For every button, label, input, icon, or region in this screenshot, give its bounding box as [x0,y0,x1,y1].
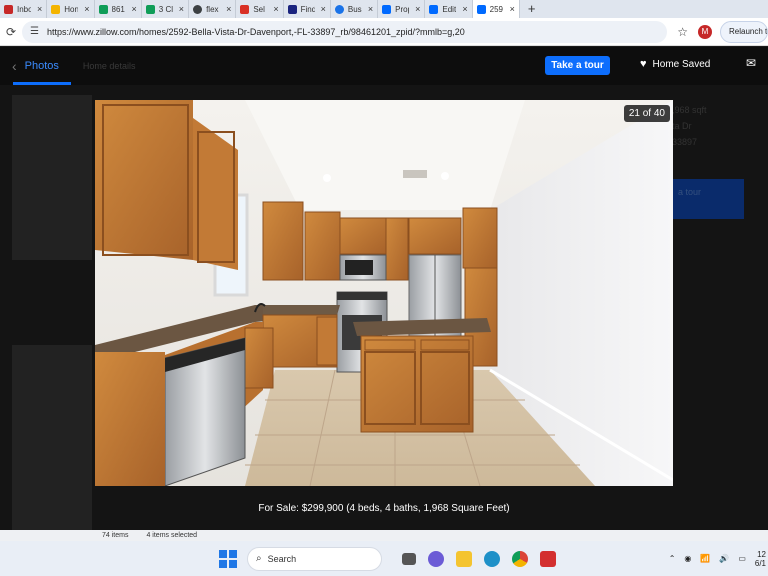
file-explorer-icon[interactable] [456,550,472,567]
profile-avatar[interactable]: M [698,24,712,39]
explorer-status-bar: 74 items 4 items selected [0,530,768,541]
site-info-icon[interactable]: ☰ [30,26,39,37]
photo-lightbox: ,968 sqft ta Dr 33897 a tour ‹ Photos Ho… [0,47,768,530]
tray-app-icon[interactable]: ◉ [684,554,691,563]
sheets-icon [145,4,155,14]
system-tray: ⌃ ◉ 📶 🔊 ▭ 12 6/1 [669,541,768,576]
browser-tab-active[interactable]: 259 × [472,0,520,18]
close-tab-icon[interactable]: × [132,4,137,14]
background-address-line1: ta Dr [672,121,692,131]
selected-count: 4 items selected [146,532,198,539]
zillow-icon [382,4,392,14]
close-tab-icon[interactable]: × [84,4,89,14]
background-details-panel: ,968 sqft ta Dr 33897 [672,105,707,153]
background-address-line2: 33897 [672,137,698,147]
volume-icon[interactable]: 🔊 [719,554,729,563]
share-email-icon[interactable]: ✉ [746,56,756,70]
browser-tab[interactable]: 861 × [95,0,142,18]
close-tab-icon[interactable]: × [510,4,515,14]
chat-icon[interactable] [428,550,444,567]
browser-tab-bar: Inbo × Hon × 861 × 3 Cl × flex × Sel × Find × B… [0,0,768,18]
relaunch-button[interactable]: Relaunch t [720,20,768,43]
close-tab-icon[interactable]: × [179,4,184,14]
background-header-text: Home details [82,61,136,71]
clock[interactable]: 12 6/1 [755,550,766,568]
task-view-icon[interactable] [402,552,416,565]
find-icon [287,4,297,14]
background-photo-thumb [12,95,92,260]
browser-tab[interactable]: 3 Cl × [142,0,190,18]
close-tab-icon[interactable]: × [37,4,42,14]
wifi-icon[interactable]: 📶 [700,554,710,563]
windows-start-icon[interactable] [219,549,237,568]
address-bar-row: ⟳ ☰ https://www.zillow.com/homes/2592-Be… [0,18,768,46]
url-text: https://www.zillow.com/homes/2592-Bella-… [46,26,465,37]
listing-photo[interactable]: 21 of 40 [95,100,673,486]
tray-chevron-icon[interactable]: ⌃ [669,554,676,563]
close-tab-icon[interactable]: × [226,4,231,14]
close-tab-icon[interactable]: × [462,4,467,14]
browser-tab[interactable]: flex × [189,0,237,18]
zillow-icon [476,4,486,14]
browser-tab[interactable]: Sel × [236,0,284,18]
kitchen-photo-image [95,100,673,486]
drive-icon [51,4,61,14]
close-tab-icon[interactable]: × [368,4,373,14]
clock-time: 12 [757,549,766,559]
search-icon: ⌕ [256,553,262,564]
back-chevron-icon[interactable]: ‹ [12,58,17,74]
select-icon [240,4,250,14]
photo-caption: For Sale: $299,900 (4 beds, 4 baths, 1,9… [258,503,510,514]
chrome-icon[interactable] [512,550,528,567]
app-icon[interactable] [540,550,556,567]
gmail-icon [4,4,13,14]
battery-icon[interactable]: ▭ [738,554,746,563]
flex-icon [193,4,203,14]
browser-tab[interactable]: Inbo × [0,0,48,18]
home-saved-label: Home Saved [652,58,711,70]
zillow-icon [429,4,439,14]
close-tab-icon[interactable]: × [415,4,420,14]
tab-photos[interactable]: Photos [12,47,72,85]
business-icon [334,4,344,14]
browser-tab[interactable]: Hon × [47,0,95,18]
taskbar-search[interactable]: ⌕ Search [247,546,382,571]
clock-date: 6/1 [754,558,766,568]
reload-icon[interactable]: ⟳ [0,25,22,39]
bookmark-star-icon[interactable]: ☆ [677,25,688,39]
background-sqft: ,968 sqft [672,105,707,115]
browser-tab[interactable]: Edit × [425,0,473,18]
take-tour-button[interactable]: Take a tour [545,56,610,75]
lightbox-header: ‹ Photos Home details Take a tour ♥ Home… [0,47,768,85]
browser-tab[interactable]: Find × [284,0,331,18]
heart-icon: ♥ [640,58,647,70]
item-count: 74 items [102,532,129,539]
edge-icon[interactable] [484,550,500,567]
new-tab-button[interactable]: + [520,0,544,18]
url-field[interactable]: ☰ https://www.zillow.com/homes/2592-Bell… [22,20,668,43]
close-tab-icon[interactable]: × [321,4,326,14]
background-tour-button: a tour [672,179,744,219]
windows-taskbar: ⌕ Search ⌃ ◉ 📶 🔊 ▭ 12 6/1 [0,541,768,576]
close-tab-icon[interactable]: × [273,4,278,14]
taskbar-search-label: Search [267,553,297,564]
photo-counter: 21 of 40 [623,105,670,122]
sheets-icon [98,4,108,14]
browser-tab[interactable]: Bus × [331,0,379,18]
browser-tab[interactable]: Prop× [378,0,426,18]
home-saved-button[interactable]: ♥ Home Saved [640,58,710,70]
